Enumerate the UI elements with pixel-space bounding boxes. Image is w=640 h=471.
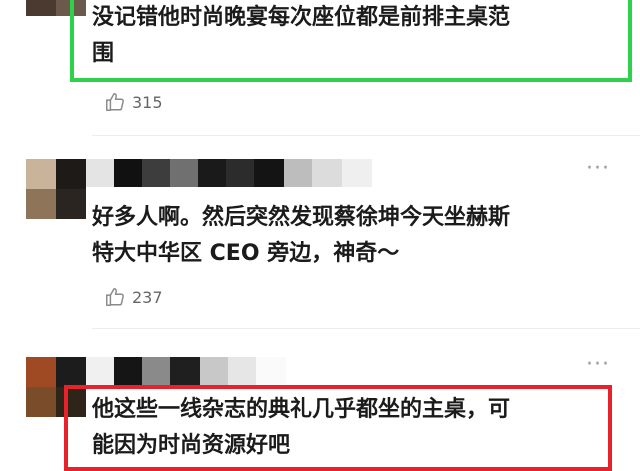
highlight-box-green: [70, 0, 632, 82]
username-redacted[interactable]: [86, 357, 286, 385]
thumbs-up-icon: [106, 288, 124, 306]
avatar[interactable]: [26, 159, 86, 219]
like-count: 315: [132, 92, 163, 112]
username-redacted[interactable]: [86, 159, 372, 187]
highlight-box-red: [64, 385, 612, 471]
comment-text-line: 特大中华区 CEO 旁边，神奇～: [92, 241, 400, 266]
like-count: 237: [132, 287, 163, 307]
divider: [92, 135, 640, 136]
comment-text: 好多人啊。然后突然发现蔡徐坤今天坐赫斯 特大中华区 CEO 旁边，神奇～: [92, 202, 510, 270]
divider: [92, 328, 640, 329]
more-options-button[interactable]: ···: [586, 158, 610, 180]
like-button[interactable]: 315: [104, 89, 163, 115]
comment-text-line: 好多人啊。然后突然发现蔡徐坤今天坐赫斯: [92, 205, 511, 230]
more-dots-icon: ···: [586, 156, 610, 181]
like-button[interactable]: 237: [104, 284, 163, 310]
thumbs-up-icon: [106, 93, 124, 111]
comment-2: ··· 好多人啊。然后突然发现蔡徐坤今天坐赫斯 特大中华区 CEO 旁边，神奇～…: [0, 140, 640, 340]
more-dots-icon: ···: [586, 352, 610, 377]
more-options-button[interactable]: ···: [586, 354, 610, 376]
